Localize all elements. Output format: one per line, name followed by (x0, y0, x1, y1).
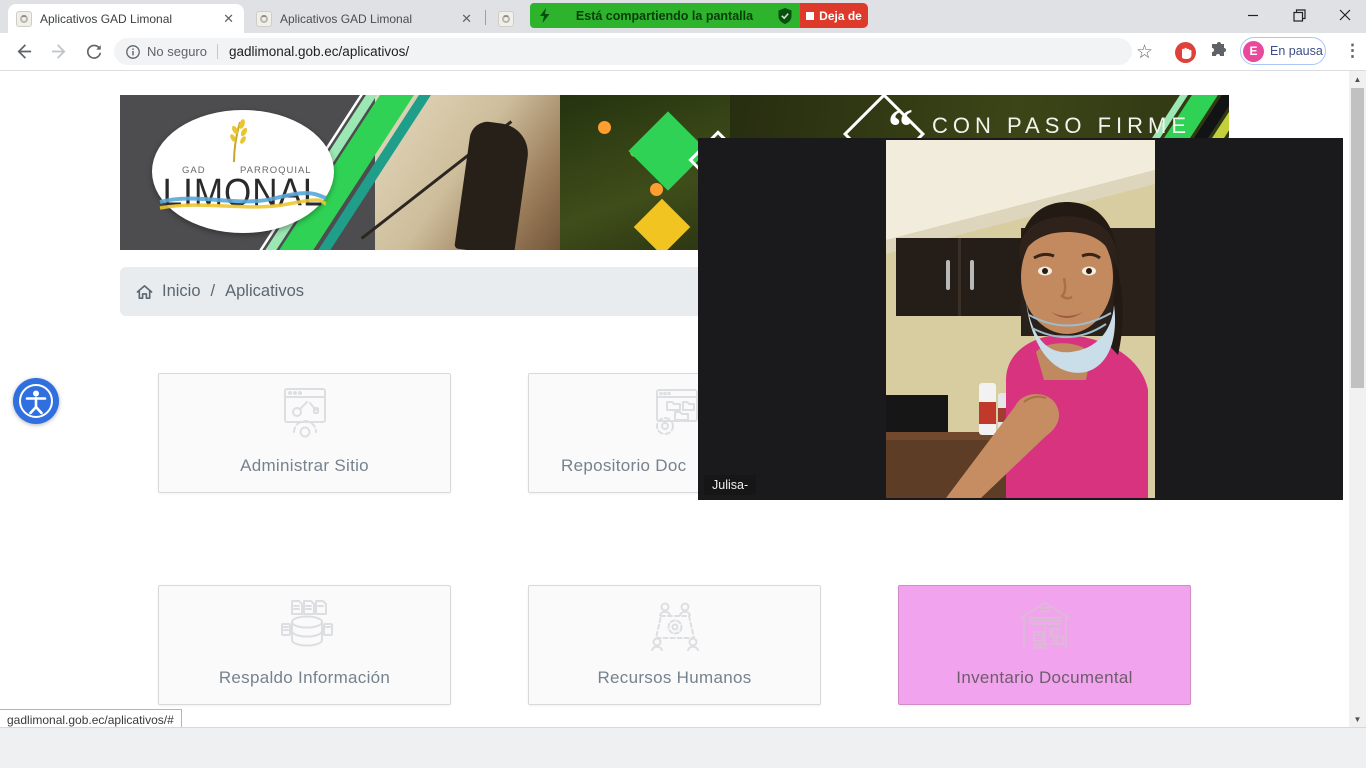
card-label: Respaldo Información (219, 668, 390, 688)
forward-icon (50, 42, 69, 61)
adblock-extension-icon[interactable] (1175, 42, 1196, 63)
security-label[interactable]: No seguro (147, 44, 207, 59)
extensions-puzzle-icon[interactable] (1209, 42, 1229, 62)
close-button[interactable] (1330, 0, 1360, 30)
breadcrumb-separator: / (211, 282, 216, 301)
tab-title: Aplicativos GAD Limonal (40, 12, 213, 26)
refresh-button[interactable] (85, 42, 103, 60)
tab-close-icon[interactable]: ✕ (459, 11, 474, 27)
bookmark-star-icon[interactable]: ☆ (1136, 41, 1153, 64)
banner-quote: CON PASO FIRME (932, 113, 1191, 139)
stop-sharing-button[interactable]: Deja de (800, 3, 868, 28)
site-favicon-icon (256, 11, 272, 27)
tab-3[interactable]: B (490, 4, 534, 33)
breadcrumb-current: Aplicativos (225, 282, 304, 301)
warehouse-inventory-icon (1010, 596, 1080, 658)
breadcrumb-home[interactable]: Inicio (162, 282, 201, 301)
backup-icon (270, 596, 340, 658)
wheat-icon (220, 118, 256, 164)
site-favicon-icon (16, 11, 32, 27)
accessibility-icon (17, 382, 55, 420)
scroll-up-icon[interactable]: ▲ (1349, 71, 1366, 87)
tab-title: Aplicativos GAD Limonal (280, 12, 451, 26)
participant-name: Julisa- (704, 475, 756, 495)
card-recursos-humanos[interactable]: Recursos Humanos (528, 585, 821, 705)
taskbar (0, 727, 1366, 768)
card-respaldo[interactable]: Respaldo Información (158, 585, 451, 705)
home-icon[interactable] (136, 284, 153, 300)
screen-share-banner: Está compartiendo la pantalla (530, 3, 800, 28)
minimize-button[interactable] (1238, 0, 1268, 30)
shield-check-icon (778, 8, 792, 24)
page-scrollbar[interactable]: ▲ ▼ (1349, 71, 1366, 727)
restore-button[interactable] (1284, 0, 1314, 30)
stop-icon (806, 12, 814, 20)
refresh-icon (85, 42, 103, 60)
share-banner-text: Está compartiendo la pantalla (551, 9, 778, 23)
back-icon (14, 42, 33, 61)
tab-close-icon[interactable]: ✕ (221, 11, 236, 27)
participant-video (886, 140, 1155, 498)
card-label: Inventario Documental (956, 668, 1132, 688)
card-administrar-sitio[interactable]: Administrar Sitio (158, 373, 451, 493)
card-label: Repositorio Doc (561, 456, 686, 476)
card-label: Administrar Sitio (240, 456, 369, 476)
close-icon (1339, 9, 1351, 21)
profile-status: En pausa (1270, 44, 1323, 58)
video-call-overlay[interactable]: Julisa- (698, 138, 1343, 500)
tab-1[interactable]: Aplicativos GAD Limonal ✕ (8, 4, 244, 33)
forward-button[interactable] (50, 42, 69, 61)
restore-icon (1293, 9, 1306, 22)
info-icon[interactable] (126, 45, 140, 59)
site-admin-icon (270, 384, 340, 446)
human-resources-icon (640, 596, 710, 658)
back-button[interactable] (14, 42, 33, 61)
scrollbar-thumb[interactable] (1351, 88, 1364, 388)
address-bar[interactable]: No seguro gadlimonal.gob.ec/aplicativos/ (114, 38, 1132, 65)
card-label: Recursos Humanos (597, 668, 751, 688)
tab-separator (485, 10, 486, 25)
gad-limonal-logo: GAD PARROQUIAL LIMONAL (152, 110, 334, 233)
url-text[interactable]: gadlimonal.gob.ec/aplicativos/ (229, 44, 409, 59)
logo-waves (158, 188, 328, 214)
status-link-text: gadlimonal.gob.ec/aplicativos/# (7, 713, 174, 727)
screen: Aplicativos GAD Limonal ✕ Aplicativos GA… (0, 0, 1366, 768)
tab-2[interactable]: Aplicativos GAD Limonal ✕ (248, 4, 482, 33)
scroll-down-icon[interactable]: ▼ (1349, 711, 1366, 727)
card-inventario-documental[interactable]: Inventario Documental (898, 585, 1191, 705)
share-icon (538, 8, 551, 23)
menu-dots-icon[interactable]: ⋮ (1344, 41, 1361, 61)
address-divider (217, 44, 218, 59)
stop-sharing-label: Deja de (819, 9, 862, 23)
accessibility-button[interactable] (13, 378, 59, 424)
profile-chip[interactable]: E En pausa (1240, 37, 1326, 65)
site-favicon-icon (498, 11, 514, 27)
avatar: E (1243, 41, 1264, 62)
